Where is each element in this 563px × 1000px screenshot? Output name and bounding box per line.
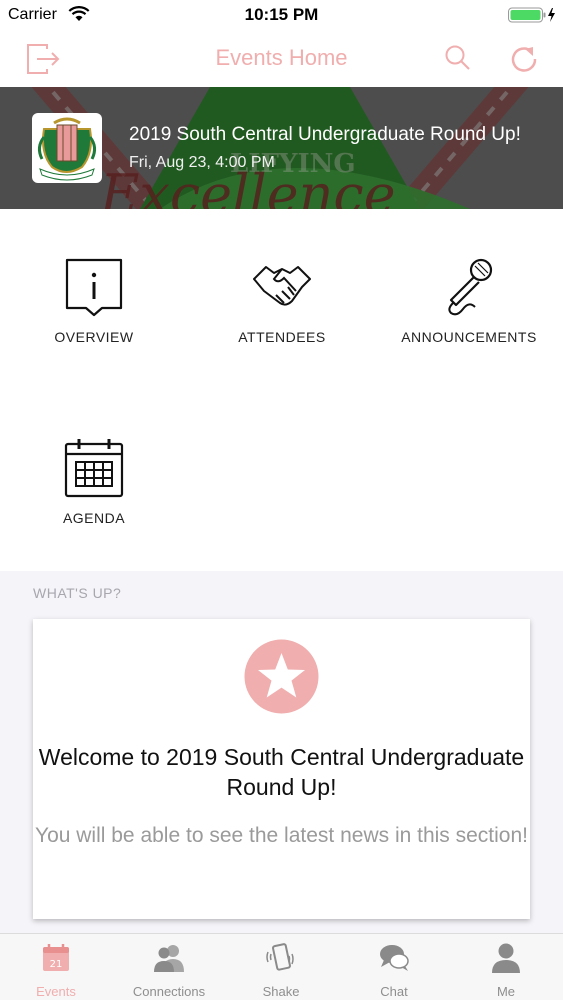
tab-connections[interactable]: Connections <box>113 934 225 1000</box>
app-screen: Carrier 10:15 PM Events Home LIFYING Exc… <box>0 0 563 1000</box>
announcements-tile[interactable]: ANNOUNCEMENTS <box>375 209 563 359</box>
crest-icon <box>37 117 97 181</box>
event-date: Fri, Aug 23, 4:00 PM <box>129 154 275 171</box>
calendar-tab-icon: 21 <box>43 944 69 971</box>
tab-shake[interactable]: Shake <box>225 934 337 1000</box>
tab-me[interactable]: Me <box>450 934 562 1000</box>
page-title: Events Home <box>215 45 348 70</box>
attendees-label: ATTENDEES <box>238 329 326 345</box>
welcome-title: Welcome to 2019 South Central Undergradu… <box>38 744 525 800</box>
section-label-whats-up: WHAT'S UP? <box>33 585 122 601</box>
announcements-label: ANNOUNCEMENTS <box>401 329 537 345</box>
refresh-button[interactable] <box>506 42 542 76</box>
info-icon <box>65 258 123 317</box>
tab-connections-label: Connections <box>132 984 206 999</box>
microphone-icon <box>448 258 493 316</box>
feature-grid: OVERVIEW ATTENDEES ANNOUNCEMENTS AGENDA <box>0 209 563 571</box>
status-bar: Carrier 10:15 PM <box>0 0 563 30</box>
phone-shake-icon <box>266 943 294 971</box>
agenda-tile[interactable]: AGENDA <box>0 390 188 540</box>
overview-label: OVERVIEW <box>54 329 134 345</box>
tab-shake-label: Shake <box>262 984 300 999</box>
tab-chat[interactable]: Chat <box>338 934 450 1000</box>
tab-events-label: Events <box>36 984 76 999</box>
person-icon <box>492 943 520 973</box>
event-banner[interactable]: LIFYING Excellence 2019 South Central Un… <box>0 87 563 209</box>
tab-bar: 21 Events Connections Shake Chat Me <box>0 933 563 1000</box>
event-logo <box>32 113 102 183</box>
tab-events[interactable]: 21 Events <box>0 934 112 1000</box>
tab-chat-label: Chat <box>380 984 408 999</box>
search-button[interactable] <box>440 42 476 76</box>
news-message: You will be able to see the latest news … <box>34 824 529 847</box>
attendees-tile[interactable]: ATTENDEES <box>188 209 376 359</box>
calendar-icon <box>64 439 124 498</box>
star-icon <box>244 639 319 714</box>
people-icon <box>154 945 184 972</box>
handshake-icon <box>253 266 311 306</box>
news-card: Welcome to 2019 South Central Undergradu… <box>33 619 530 919</box>
chat-icon <box>380 945 409 971</box>
search-icon <box>445 45 470 70</box>
navigation-bar: Events Home <box>0 30 563 87</box>
refresh-icon <box>511 47 537 72</box>
events-badge-number: 21 <box>50 959 63 970</box>
battery-icon <box>508 7 558 28</box>
tab-me-label: Me <box>496 984 516 999</box>
overview-tile[interactable]: OVERVIEW <box>0 209 188 359</box>
status-time: 10:15 PM <box>244 5 319 24</box>
event-title: 2019 South Central Undergraduate Round U… <box>129 124 521 145</box>
agenda-label: AGENDA <box>62 510 126 526</box>
